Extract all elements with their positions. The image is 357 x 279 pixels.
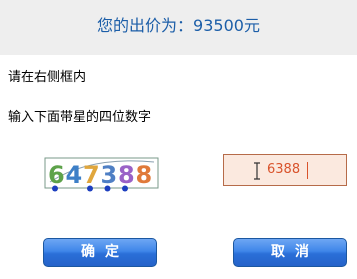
text-caret (307, 162, 308, 179)
text-cursor-icon (254, 162, 260, 180)
captcha-image: 647388 (40, 152, 160, 192)
instruction-line-1: 请在右侧框内 (8, 70, 87, 85)
captcha-digit: 4 (66, 161, 83, 189)
price-text: 您的出价为：93500元 (0, 0, 357, 55)
price-label: 您的出价为： (97, 16, 194, 35)
captcha-star-marker (52, 185, 58, 192)
cancel-button[interactable]: 取消 (233, 238, 347, 267)
captcha-star-marker (122, 185, 128, 192)
confirm-button[interactable]: 确定 (43, 238, 157, 267)
instruction-line-2: 输入下面带星的四位数字 (8, 110, 152, 125)
captcha-digit: 3 (101, 161, 118, 189)
captcha-answer-value: 6388 (267, 162, 301, 177)
price-header: 您的出价为：93500元 (0, 0, 357, 55)
captcha-digit: 8 (136, 161, 153, 189)
price-value: 93500元 (193, 16, 260, 35)
captcha-star-marker (87, 185, 93, 192)
captcha-answer-input[interactable]: 6388 (223, 154, 347, 186)
captcha-digit: 6 (48, 161, 65, 189)
captcha-digits: 647388 (48, 161, 152, 192)
captcha-digit: 7 (83, 161, 100, 189)
captcha-star-marker (104, 185, 111, 192)
captcha-digit: 8 (118, 161, 135, 189)
